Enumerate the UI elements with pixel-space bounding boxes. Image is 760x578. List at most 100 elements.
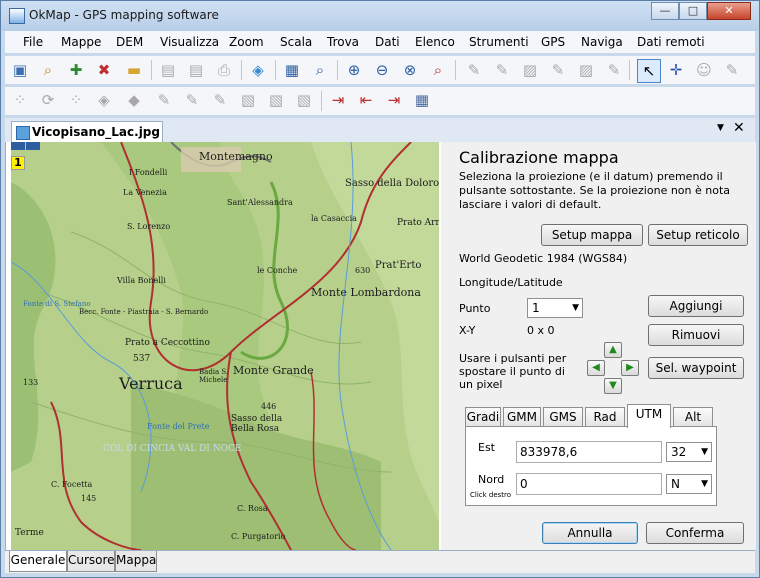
cancel-button[interactable]: Annulla xyxy=(542,522,638,544)
edit-icon[interactable]: ⇥ xyxy=(329,91,347,109)
edit-icon[interactable]: ✎ xyxy=(155,91,173,109)
east-label: Est xyxy=(478,441,495,454)
gps-icon[interactable]: ◈ xyxy=(249,61,267,79)
setup-grid-button[interactable]: Setup reticolo xyxy=(648,224,748,246)
app-window: OkMap - GPS mapping software — □ ✕ File … xyxy=(0,0,760,578)
move-left-button[interactable]: ◀ xyxy=(587,360,605,376)
close-button[interactable]: ✕ xyxy=(707,2,751,20)
edit-icon[interactable]: ▨ xyxy=(521,61,539,79)
save-icon[interactable]: ▤ xyxy=(159,61,177,79)
menu-file[interactable]: File xyxy=(23,35,43,49)
tab-mappa[interactable]: Mappa xyxy=(115,551,157,572)
menu-scala[interactable]: Scala xyxy=(280,35,312,49)
edit-icon[interactable]: ✎ xyxy=(549,61,567,79)
tab-gms[interactable]: GMS xyxy=(543,407,583,427)
edit-icon[interactable]: ✎ xyxy=(465,61,483,79)
east-input[interactable]: 833978,6 xyxy=(516,441,662,463)
point-select[interactable]: 1 ▼ xyxy=(527,298,583,318)
select-waypoint-button[interactable]: Sel. waypoint xyxy=(648,357,744,379)
edit-icon[interactable]: ✎ xyxy=(605,61,623,79)
coordinate-system-label: Longitude/Latitude xyxy=(459,276,563,289)
map-label: Prato Arre xyxy=(397,218,439,228)
menu-naviga[interactable]: Naviga xyxy=(581,35,623,49)
document-tabstrip: Vicopisano_Lac.jpg ▼ ✕ xyxy=(5,118,755,143)
edit-icon[interactable]: ✎ xyxy=(211,91,229,109)
tab-gmm[interactable]: GMM xyxy=(503,407,541,427)
zoom-fit-icon[interactable]: ⊗ xyxy=(401,61,419,79)
move-up-button[interactable]: ▲ xyxy=(604,342,622,358)
save-as-icon[interactable]: ▤ xyxy=(187,61,205,79)
edit-icon[interactable]: ⁘ xyxy=(67,91,85,109)
find-icon[interactable]: ⌕ xyxy=(311,61,329,79)
edit-icon[interactable]: ✎ xyxy=(493,61,511,79)
info-icon[interactable]: ▦ xyxy=(283,61,301,79)
document-content: 1 Montemagno Sasso della Doloros I Fonde… xyxy=(5,142,756,550)
calibration-panel: Calibrazione mappa Seleziona la proiezio… xyxy=(441,142,756,550)
edit-icon[interactable]: ▨ xyxy=(577,61,595,79)
crosshair-icon[interactable]: ✛ xyxy=(667,61,685,79)
edit-icon[interactable]: ✎ xyxy=(723,61,741,79)
add-point-button[interactable]: Aggiungi xyxy=(648,295,744,317)
setup-map-button[interactable]: Setup mappa xyxy=(541,224,643,246)
search-icon[interactable]: ⌕ xyxy=(39,61,57,79)
chevron-down-icon: ▼ xyxy=(701,479,708,489)
menu-elenco[interactable]: Elenco xyxy=(415,35,455,49)
tab-cursore[interactable]: Cursore xyxy=(67,551,115,572)
remove-point-button[interactable]: Rimuovi xyxy=(648,324,744,346)
edit-icon[interactable]: ▦ xyxy=(413,91,431,109)
edit-icon[interactable]: ▧ xyxy=(239,91,257,109)
move-down-button[interactable]: ▼ xyxy=(604,378,622,394)
document-tab[interactable]: Vicopisano_Lac.jpg xyxy=(11,121,163,143)
menu-dati-remoti[interactable]: Dati remoti xyxy=(637,35,705,49)
menu-trova[interactable]: Trova xyxy=(327,35,359,49)
select-icon[interactable]: ☺ xyxy=(695,61,713,79)
menu-zoom[interactable]: Zoom xyxy=(229,35,264,49)
toolbar-secondary: ⁘ ⟳ ⁘ ◈ ◆ ✎ ✎ ✎ ▧ ▧ ▧ ⇥ ⇤ ⇥ ▦ xyxy=(5,87,755,115)
edit-icon[interactable]: ▧ xyxy=(267,91,285,109)
tab-alt[interactable]: Alt xyxy=(673,407,713,427)
pointer-icon[interactable]: ↖ xyxy=(637,59,661,83)
edit-icon[interactable]: ◆ xyxy=(125,91,143,109)
maximize-button[interactable]: □ xyxy=(679,2,707,20)
north-input[interactable]: 0 xyxy=(516,473,662,495)
zone-select[interactable]: 32 ▼ xyxy=(666,442,712,462)
menu-gps[interactable]: GPS xyxy=(541,35,565,49)
map-view[interactable]: 1 Montemagno Sasso della Doloros I Fonde… xyxy=(11,142,439,550)
menu-strumenti[interactable]: Strumenti xyxy=(469,35,529,49)
zoom-one-to-one-icon[interactable]: ⌕ xyxy=(429,61,447,79)
print-icon[interactable]: ⎙ xyxy=(215,61,233,79)
edit-icon[interactable]: ◈ xyxy=(95,91,113,109)
edit-icon[interactable]: ⇤ xyxy=(357,91,375,109)
tab-rad[interactable]: Rad xyxy=(585,407,625,427)
app-icon xyxy=(9,8,25,24)
menu-dem[interactable]: DEM xyxy=(116,35,143,49)
hemisphere-select[interactable]: N ▼ xyxy=(666,474,712,494)
tab-gradi[interactable]: Gradi xyxy=(465,407,501,427)
menu-dati[interactable]: Dati xyxy=(375,35,400,49)
open-map-icon[interactable]: ▣ xyxy=(11,61,29,79)
move-right-button[interactable]: ▶ xyxy=(621,360,639,376)
add-map-icon[interactable]: ✚ xyxy=(67,61,85,79)
edit-icon[interactable]: ⁘ xyxy=(11,91,29,109)
edit-icon[interactable]: ⟳ xyxy=(39,91,57,109)
folder-icon[interactable]: ▬ xyxy=(125,61,143,79)
minimize-button[interactable]: — xyxy=(651,2,679,20)
edit-icon[interactable]: ▧ xyxy=(295,91,313,109)
tab-list-icon[interactable]: ▼ xyxy=(717,123,724,133)
map-label: C. Purgatorio xyxy=(231,532,286,541)
zoom-out-icon[interactable]: ⊖ xyxy=(373,61,391,79)
calibration-point-marker[interactable]: 1 xyxy=(11,156,25,170)
menu-mappe[interactable]: Mappe xyxy=(61,35,101,49)
remove-map-icon[interactable]: ✖ xyxy=(95,61,113,79)
tab-utm[interactable]: UTM xyxy=(627,404,671,428)
zoom-in-icon[interactable]: ⊕ xyxy=(345,61,363,79)
menu-visualizza[interactable]: Visualizza xyxy=(160,35,219,49)
map-label: I Fondelli xyxy=(129,168,168,177)
hemisphere-select-value: N xyxy=(671,477,680,491)
confirm-button[interactable]: Conferma xyxy=(646,522,744,544)
map-label: Sasso della Doloros xyxy=(345,178,439,189)
close-tab-icon[interactable]: ✕ xyxy=(733,120,745,136)
edit-icon[interactable]: ⇥ xyxy=(385,91,403,109)
edit-icon[interactable]: ✎ xyxy=(183,91,201,109)
tab-generale[interactable]: Generale xyxy=(9,551,67,572)
